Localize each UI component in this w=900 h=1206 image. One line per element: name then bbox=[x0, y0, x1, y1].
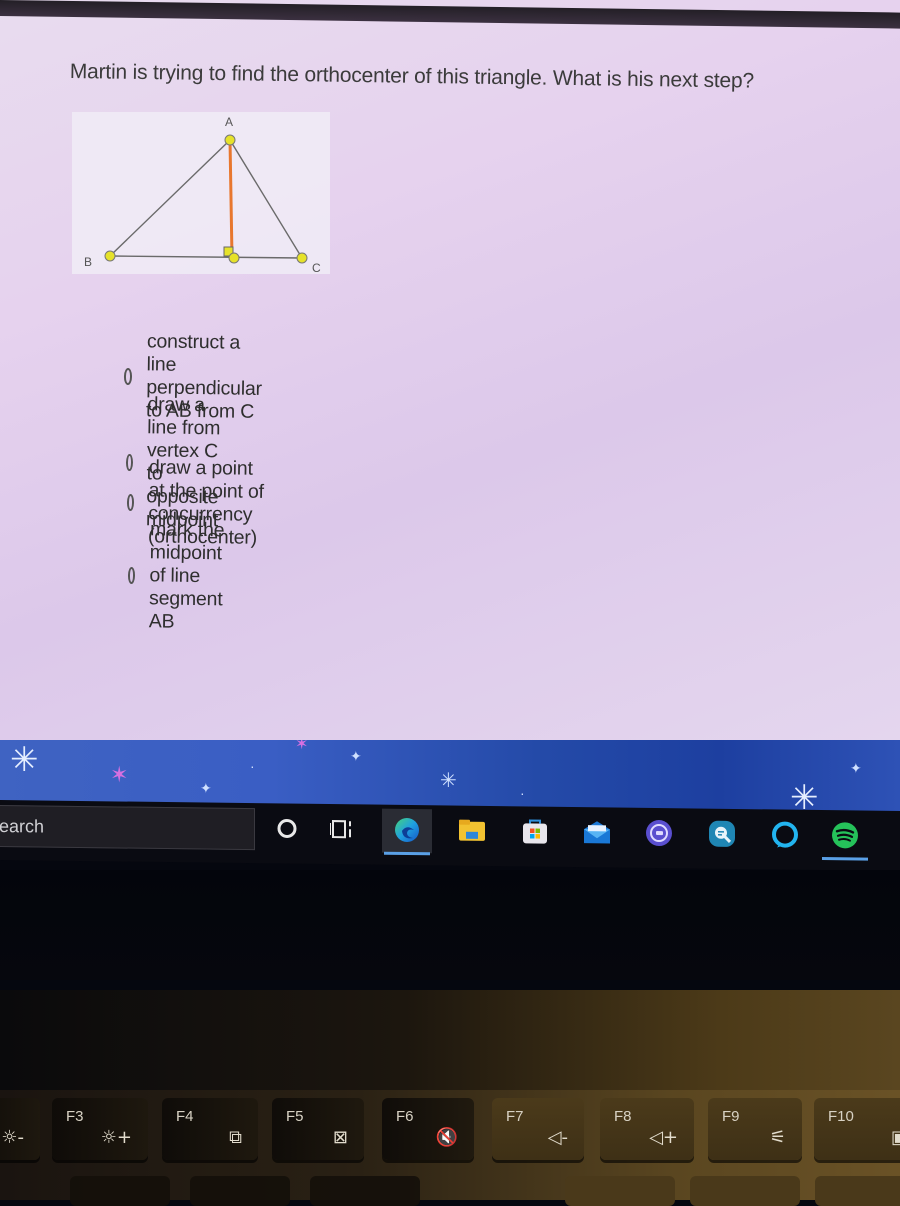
keyboard: ☼- F3 ☼+ F4 ⧉ F5 ⊠ F6 🔇 F7 ◁- F8 ◁+ F9 ⚟… bbox=[0, 1090, 900, 1200]
vertex-C-label: C bbox=[312, 261, 321, 274]
sparkle-decoration: ✶ bbox=[110, 762, 128, 788]
search-text: earch bbox=[0, 815, 44, 837]
triangle-figure: A B C bbox=[72, 112, 330, 274]
key-f8[interactable]: F8 ◁+ bbox=[600, 1098, 694, 1160]
taskbar-search-box[interactable]: earch bbox=[0, 805, 255, 850]
side-AC bbox=[230, 140, 302, 258]
radio-button[interactable] bbox=[127, 494, 135, 511]
sparkle-decoration: ✦ bbox=[350, 748, 362, 765]
key-label: F10 bbox=[828, 1108, 854, 1125]
active-indicator bbox=[384, 852, 430, 856]
key-label: F9 bbox=[722, 1108, 740, 1125]
alexa-icon[interactable] bbox=[768, 817, 802, 851]
screen-top-edge bbox=[0, 0, 900, 29]
key-number-row[interactable] bbox=[565, 1176, 675, 1206]
camera-privacy-icon: ▣ bbox=[891, 1127, 900, 1148]
sparkle-decoration: · bbox=[520, 785, 525, 801]
laptop-hinge bbox=[0, 990, 900, 1090]
volume-down-icon: ◁- bbox=[548, 1127, 568, 1148]
key-f6[interactable]: F6 🔇 bbox=[382, 1098, 474, 1160]
key-f9[interactable]: F9 ⚟ bbox=[708, 1098, 802, 1160]
vertex-B-point bbox=[105, 251, 115, 261]
key-label: F7 bbox=[506, 1108, 524, 1125]
sparkle-decoration: ✦ bbox=[850, 760, 862, 777]
brightness-up-icon: ☼+ bbox=[101, 1127, 132, 1148]
radio-button[interactable] bbox=[128, 567, 136, 584]
key-label: F6 bbox=[396, 1108, 414, 1125]
option-4[interactable]: mark the midpoint of line segment AB bbox=[127, 518, 233, 634]
key-number-row[interactable] bbox=[190, 1176, 290, 1206]
search-app-icon[interactable] bbox=[705, 817, 739, 851]
key-label: F3 bbox=[66, 1108, 84, 1125]
sparkle-decoration: ✦ bbox=[200, 780, 212, 797]
task-view-icon[interactable] bbox=[325, 812, 359, 846]
sparkle-decoration: · bbox=[250, 758, 255, 774]
cortana-icon[interactable] bbox=[270, 811, 304, 845]
laptop-bezel bbox=[0, 870, 900, 980]
microsoft-store-icon[interactable] bbox=[518, 814, 552, 848]
key-f4[interactable]: F4 ⧉ bbox=[162, 1098, 258, 1160]
key-f10[interactable]: F10 ▣ bbox=[814, 1098, 900, 1160]
volume-up-icon: ◁+ bbox=[649, 1127, 678, 1148]
option-label: mark the midpoint of line segment AB bbox=[149, 518, 234, 634]
vertex-A-point bbox=[225, 135, 235, 145]
vertex-B-label: B bbox=[84, 255, 92, 269]
key-f3[interactable]: F3 ☼+ bbox=[52, 1098, 148, 1160]
spotify-icon[interactable] bbox=[828, 818, 862, 852]
phone-link-icon[interactable] bbox=[642, 816, 676, 850]
key-number-row[interactable] bbox=[690, 1176, 800, 1206]
edge-icon[interactable] bbox=[390, 813, 424, 847]
sparkle-decoration: ✳ bbox=[440, 768, 457, 793]
sparkle-decoration: ✶ bbox=[295, 740, 308, 754]
mail-icon[interactable] bbox=[580, 815, 614, 849]
keyboard-backlight-icon: ⚟ bbox=[770, 1127, 786, 1148]
sparkle-decoration: ✳ bbox=[10, 740, 39, 780]
key-brightness-down[interactable]: ☼- bbox=[0, 1098, 40, 1160]
side-AB bbox=[110, 140, 230, 256]
brightness-down-icon: ☼- bbox=[1, 1127, 24, 1148]
key-label: F8 bbox=[614, 1108, 632, 1125]
triangle-diagram: A B C bbox=[72, 112, 330, 274]
screen: Martin is trying to find the orthocenter… bbox=[0, 0, 900, 745]
mute-icon: 🔇 bbox=[436, 1127, 458, 1148]
vertex-C-point bbox=[297, 253, 307, 263]
radio-button[interactable] bbox=[124, 368, 133, 385]
key-f7[interactable]: F7 ◁- bbox=[492, 1098, 584, 1160]
touchpad-off-icon: ⊠ bbox=[333, 1127, 348, 1148]
key-number-row[interactable] bbox=[70, 1176, 170, 1206]
taskbar: earch bbox=[0, 800, 900, 871]
altitude-foot-point bbox=[229, 253, 239, 263]
altitude-from-A bbox=[230, 140, 232, 257]
question-text: Martin is trying to find the orthocenter… bbox=[70, 60, 830, 95]
key-label: F5 bbox=[286, 1108, 304, 1125]
vertex-A-label: A bbox=[225, 115, 233, 129]
key-number-row[interactable] bbox=[815, 1176, 900, 1206]
key-label: F4 bbox=[176, 1108, 194, 1125]
file-explorer-icon[interactable] bbox=[455, 814, 489, 848]
project-display-icon: ⧉ bbox=[229, 1127, 242, 1148]
active-indicator bbox=[822, 857, 868, 861]
key-f5[interactable]: F5 ⊠ bbox=[272, 1098, 364, 1160]
key-number-row[interactable] bbox=[310, 1176, 420, 1206]
side-BC bbox=[110, 256, 302, 258]
